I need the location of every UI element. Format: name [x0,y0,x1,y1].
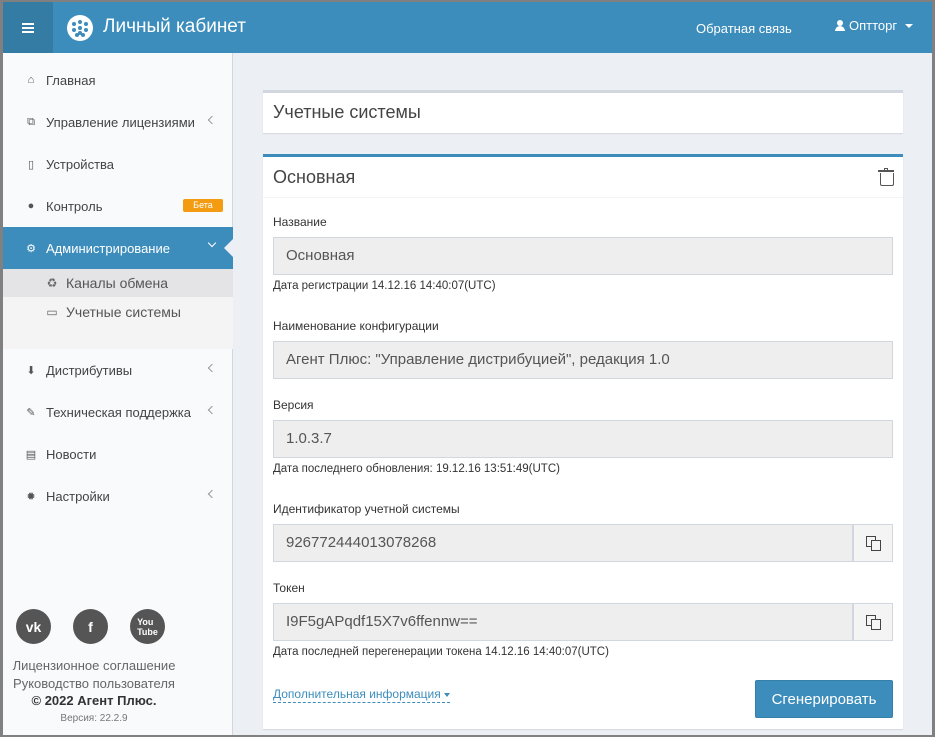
sidebar-item-home[interactable]: ⌂ Главная [3,59,233,101]
vk-icon[interactable]: vk [16,609,51,644]
version-field[interactable]: 1.0.3.7 [273,420,893,458]
sidebar-item-news[interactable]: ▤ Новости [3,433,233,475]
sidebar-item-label: Администрирование [46,240,170,256]
user-icon [835,19,845,32]
chevron-left-icon [207,363,217,373]
sidebar-item-distributions[interactable]: ⬇ Дистрибутивы [3,349,233,391]
user-menu[interactable]: Оптторг [835,18,914,33]
desktop-icon: ▭ [46,305,58,319]
hamburger-icon [22,21,34,35]
user-name: Оптторг [849,18,898,33]
cogs-icon: ⚙ [26,242,36,255]
license-link[interactable]: Лицензионное соглашение [3,658,185,673]
box-header: Основная [263,157,903,198]
chevron-left-icon [207,115,217,125]
box-title: Основная [273,167,356,187]
logo-icon [67,15,93,41]
copyright: © 2022 Агент Плюс. [31,693,157,708]
user-guide-link[interactable]: Руководство пользователя [3,676,185,691]
more-info-label: Дополнительная информация [273,687,441,701]
sidebar-item-label: Контроль [46,198,103,214]
copy-id-button[interactable] [853,524,893,562]
chevron-down-icon [207,238,217,248]
home-icon: ⌂ [27,74,35,86]
sidebar-item-label: Главная [46,72,96,88]
config-label: Наименование конфигурации [273,319,439,333]
top-header: Личный кабинет Обратная связь Оптторг [3,2,932,53]
page-title: Учетные системы [273,102,421,122]
sidebar-subitem-accounting-systems[interactable]: ▭ Учетные системы [3,298,233,326]
download-icon: ⬇ [26,364,36,377]
generate-button[interactable]: Сгенерировать [755,680,893,718]
admin-submenu: ♻ Каналы обмена ▭ Учетные системы [3,269,233,349]
beta-badge: Бета [183,199,223,212]
newspaper-icon: ▤ [25,448,37,461]
sidebar-item-label: Техническая поддержка [46,404,191,420]
feedback-link[interactable]: Обратная связь [696,21,792,36]
app-title[interactable]: Личный кабинет [103,16,246,38]
copy-icon [866,615,881,630]
name-field[interactable]: Основная [273,237,893,275]
sidebar-item-devices[interactable]: ▯ Устройства [3,143,233,185]
more-info-link[interactable]: Дополнительная информация [273,687,450,703]
copy-token-button[interactable] [853,603,893,641]
token-label: Токен [273,581,305,595]
registration-date: Дата регистрации 14.12.16 14:40:07(UTC) [273,280,496,292]
sidebar-item-licenses[interactable]: ⧉ Управление лицензиями [3,101,233,143]
page-title-box: Учетные системы [263,90,903,133]
sidebar-item-label: Управление лицензиями [46,114,195,130]
caret-down-icon [443,692,450,697]
caret-down-icon [905,23,914,28]
sidebar-item-label: Новости [46,446,97,462]
social-links: vk f You Tube [16,609,165,644]
wrench-icon: ✎ [26,406,36,419]
trash-icon[interactable] [878,168,894,186]
facebook-icon[interactable]: f [73,609,108,644]
sidebar-item-label: Устройства [46,156,115,172]
sidebar-item-settings[interactable]: ✹ Настройки [3,475,233,517]
recycle-icon: ♻ [46,276,58,290]
gear-icon: ✹ [26,490,36,503]
sidebar-item-support[interactable]: ✎ Техническая поддержка [3,391,233,433]
app-window: Личный кабинет Обратная связь Оптторг ⌂ … [3,2,932,735]
sidebar-subitem-label: Учетные системы [66,304,181,320]
menu-toggle-button[interactable] [3,2,53,53]
sidebar-item-control[interactable]: ● Контроль Бета [3,185,233,227]
system-id-field[interactable]: 926772444013078268 [273,524,853,562]
sitemap-icon: ⧉ [27,115,35,128]
version-label: Версия [273,398,314,412]
mobile-icon: ▯ [27,158,35,171]
youtube-icon[interactable]: You Tube [130,609,165,644]
sidebar-item-label: Дистрибутивы [46,362,133,378]
sidebar-subitem-exchange-channels[interactable]: ♻ Каналы обмена [3,269,233,297]
chevron-left-icon [207,405,217,415]
accounting-system-box: Основная Название Основная Дата регистра… [263,154,903,729]
token-field[interactable]: I9F5gAPqdf15X7v6ffennw== [273,603,853,641]
chevron-left-icon [207,489,217,499]
globe-icon: ● [27,200,35,212]
sidebar-item-administration[interactable]: ⚙ Администрирование [3,227,234,269]
last-update-date: Дата последнего обновления: 19.12.16 13:… [273,463,560,475]
name-label: Название [273,215,327,229]
config-field[interactable]: Агент Плюс: "Управление дистрибуцией", р… [273,341,893,379]
app-version: Версия: 22.2.9 [60,713,128,724]
copy-icon [866,536,881,551]
sidebar: ⌂ Главная ⧉ Управление лицензиями ▯ Устр… [3,53,234,735]
token-regen-date: Дата последней перегенерации токена 14.1… [273,646,609,658]
sidebar-subitem-label: Каналы обмена [66,275,169,291]
id-label: Идентификатор учетной системы [273,502,460,516]
sidebar-item-label: Настройки [46,488,110,504]
